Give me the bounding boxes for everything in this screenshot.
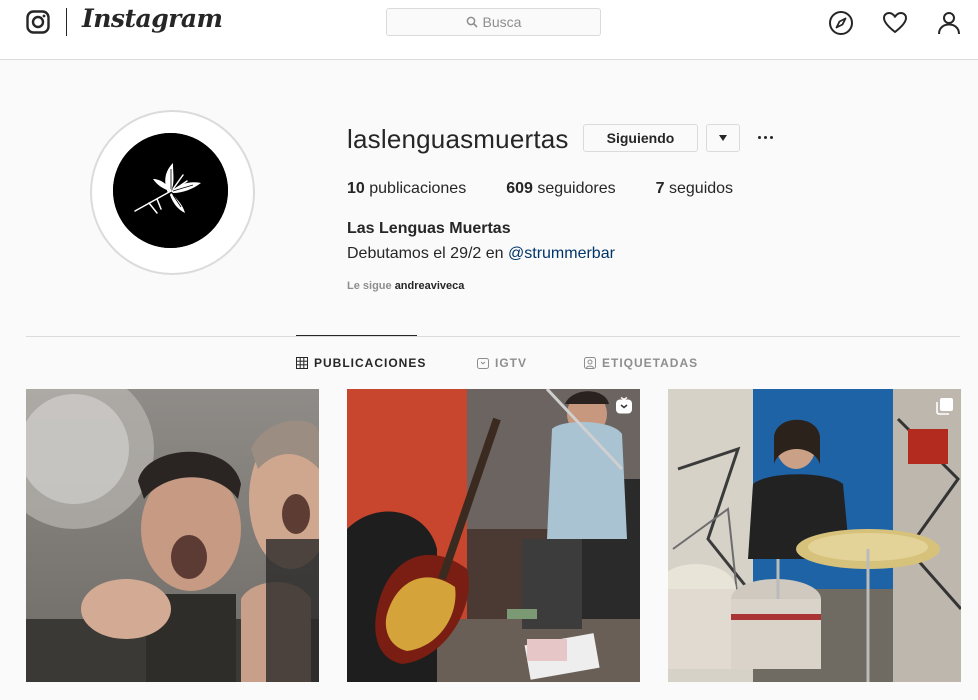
search-placeholder: Busca [482,14,522,30]
following-stat[interactable]: 7 seguidos [656,180,733,198]
igtv-icon [616,397,632,414]
tab-label: PUBLICACIONES [314,356,427,370]
profile-bio: Debutamos el 29/2 en @strummerbar [347,245,615,263]
tab-label: IGTV [495,356,528,370]
tab-label: ETIQUETADAS [602,356,699,370]
profile-full-name: Las Lenguas Muertas [347,220,511,237]
following-label: seguidos [669,180,734,197]
posts-label: publicaciones [369,180,467,197]
tabs-divider [26,336,960,337]
more-options-button[interactable] [754,126,776,148]
heart-icon[interactable] [882,10,908,36]
more-dot-icon [769,135,773,139]
tab-igtv[interactable]: IGTV [477,356,527,370]
grid-icon [296,357,308,369]
chevron-down-icon [719,135,727,141]
avatar[interactable] [113,133,228,248]
followed-by-user-link[interactable]: andreaviveca [395,280,465,292]
following-button[interactable]: Siguiendo [583,124,698,152]
posts-count: 10 [347,180,365,197]
active-tab-indicator [296,335,417,336]
post-thumbnail[interactable] [26,389,319,682]
nav-divider [66,8,67,36]
profile-avatar-ring [90,110,255,275]
instagram-glyph-icon[interactable] [26,10,50,34]
igtv-icon [477,358,489,369]
profile-stats: 10 publicaciones 609 seguidores 7 seguid… [347,180,733,198]
post-photo [26,389,319,682]
instagram-wordmark[interactable]: Instagram [82,4,223,33]
post-photo [668,389,961,682]
tab-etiquetadas[interactable]: ETIQUETADAS [584,356,698,370]
suggested-dropdown-button[interactable] [706,124,740,152]
followers-stat[interactable]: 609 seguidores [506,180,615,198]
more-dot-icon [757,135,761,139]
post-photo [347,389,640,682]
bio-text: Debutamos el 29/2 en [347,245,508,262]
bio-mention-link[interactable]: @strummerbar [508,245,615,262]
profile-username: laslenguasmuertas [347,124,569,154]
profile-icon[interactable] [936,10,962,36]
followers-count: 609 [506,180,533,197]
post-thumbnail[interactable] [668,389,961,682]
followers-label: seguidores [537,180,616,197]
following-count: 7 [655,180,665,197]
carousel-icon [936,398,953,415]
lily-logo-icon [113,133,228,248]
compass-icon[interactable] [828,10,854,36]
posts-count-stat: 10 publicaciones [347,180,466,198]
post-thumbnail[interactable] [347,389,640,682]
search-icon [466,16,478,28]
more-dot-icon [763,135,767,139]
tagged-icon [584,357,596,369]
followed-by-label: Le sigue [347,280,392,292]
tab-publicaciones[interactable]: PUBLICACIONES [296,356,426,370]
search-input[interactable]: Busca [386,8,601,36]
followed-by: Le sigue andreaviveca [347,280,464,292]
top-navigation: Instagram Busca [0,0,978,60]
